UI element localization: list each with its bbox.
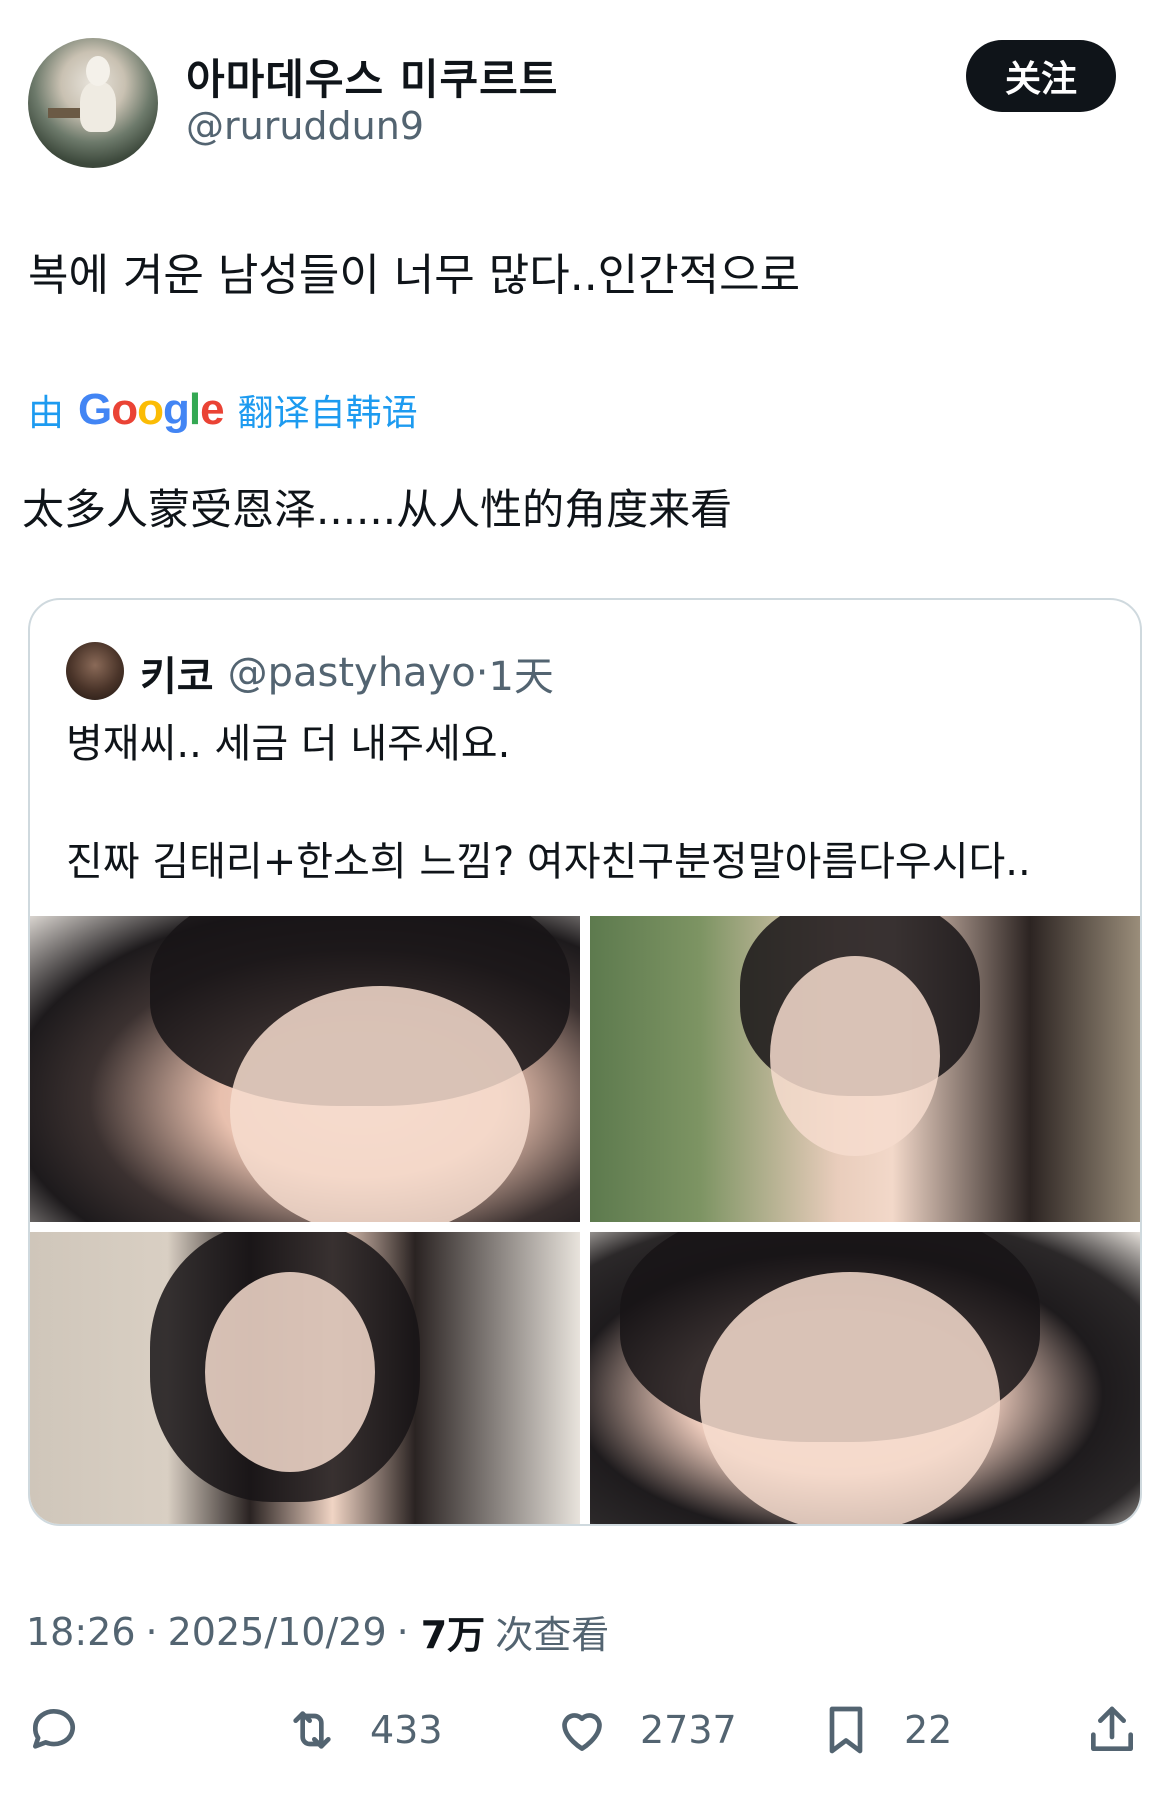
quote-photo-1[interactable] [30, 916, 580, 1222]
bookmark-icon [829, 1706, 863, 1754]
action-bar: 433 2737 22 [0, 1690, 1170, 1770]
share-icon [1091, 1706, 1133, 1751]
tweet-time[interactable]: 18:26 [26, 1610, 136, 1654]
translated-text: 太多人蒙受恩泽......从人性的角度来看 [22, 485, 733, 534]
heart-icon [562, 1713, 602, 1751]
follow-button[interactable]: 关注 [966, 40, 1116, 112]
view-count-label: 次查看 [495, 1613, 610, 1657]
view-count: 7万 [420, 1613, 486, 1657]
quote-time[interactable]: 1天 [488, 644, 553, 702]
retweet-count: 433 [370, 1708, 443, 1752]
author-handle[interactable]: @ruruddun9 [186, 104, 424, 148]
quote-text-line-2: 진짜 김태리+한소희 느낌? 여자친구분정말아름다우시다.. [66, 839, 1031, 885]
tweet-text: 복에 겨운 남성들이 너무 많다..인간적으로 [28, 250, 801, 301]
google-logo: Google [78, 385, 225, 434]
reply-button[interactable] [26, 1690, 82, 1770]
translation-attribution[interactable]: 由 Google 翻译自韩语 [28, 384, 418, 436]
quote-text-line-1: 병재씨.. 세금 더 내주세요. [66, 721, 511, 767]
quote-separator: · [475, 650, 489, 696]
quote-photo-grid [30, 916, 1140, 1524]
retweet-icon [293, 1711, 331, 1749]
tweet-meta: 18:26 · 2025/10/29 · 7万 次查看 [26, 1604, 609, 1659]
tweet-date[interactable]: 2025/10/29 [168, 1610, 387, 1654]
like-button[interactable]: 2737 [554, 1690, 737, 1770]
bookmark-button[interactable]: 22 [818, 1690, 952, 1770]
author-avatar[interactable] [28, 38, 158, 168]
like-count: 2737 [640, 1708, 737, 1752]
quote-author-avatar[interactable] [66, 642, 124, 700]
translate-suffix: 翻译自韩语 [237, 393, 418, 434]
translate-prefix: 由 [28, 393, 65, 434]
quote-header: 키코 @pastyhayo · 1天 [140, 644, 554, 702]
quote-author-name[interactable]: 키코 [140, 644, 214, 702]
retweet-button[interactable]: 433 [284, 1690, 443, 1770]
reply-icon [32, 1709, 75, 1749]
share-button[interactable] [1084, 1690, 1140, 1770]
quote-author-handle[interactable]: @pastyhayo [228, 650, 476, 696]
author-display-name[interactable]: 아마데우스 미쿠르트 [186, 46, 558, 107]
quote-photo-4[interactable] [590, 1232, 1140, 1524]
meta-separator-2: · [396, 1609, 409, 1654]
quote-tweet-card[interactable]: 키코 @pastyhayo · 1天 병재씨.. 세금 더 내주세요. 진짜 김… [28, 598, 1142, 1526]
meta-separator-1: · [145, 1609, 158, 1654]
quote-photo-3[interactable] [30, 1232, 580, 1524]
bookmark-count: 22 [904, 1708, 953, 1752]
quote-photo-2[interactable] [590, 916, 1140, 1222]
